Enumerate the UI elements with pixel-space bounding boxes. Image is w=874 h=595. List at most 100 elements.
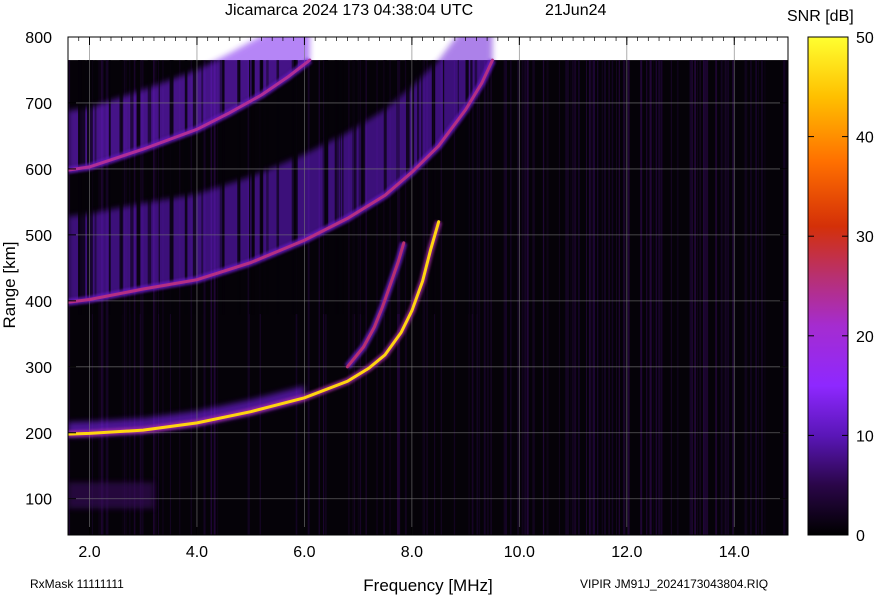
noise-streak xyxy=(627,60,630,535)
noise-streak xyxy=(558,60,560,535)
noise-streak xyxy=(649,60,652,535)
noise-streak xyxy=(578,60,580,535)
noise-streak xyxy=(676,60,679,535)
noise-streak xyxy=(542,60,545,535)
noise-streak xyxy=(479,60,481,535)
noise-streak xyxy=(720,60,722,535)
x-tick-label: 4.0 xyxy=(186,544,208,561)
x-tick-label: 2.0 xyxy=(78,544,100,561)
noise-gap xyxy=(341,60,344,315)
noise-streak xyxy=(694,60,697,535)
rxmask-label: RxMask 11111111 xyxy=(30,577,124,591)
noise-streak xyxy=(689,60,691,535)
noise-streak xyxy=(510,60,512,535)
noise-streak xyxy=(727,60,730,535)
chart-title: Jicamarca 2024 173 04:38:04 UTC xyxy=(225,2,473,19)
noise-streak xyxy=(586,60,587,535)
y-tick-label: 800 xyxy=(25,30,52,47)
date-label: 21Jun24 xyxy=(545,2,606,19)
x-axis-label: Frequency [MHz] xyxy=(363,576,492,595)
noise-streak xyxy=(745,60,748,535)
noise-gap xyxy=(78,60,81,315)
x-tick-label: 10.0 xyxy=(504,544,535,561)
colorbar-tick-label: 10 xyxy=(856,428,874,445)
spread-echo-region xyxy=(68,482,154,509)
y-tick-label: 600 xyxy=(25,162,52,179)
noise-streak xyxy=(761,60,763,535)
noise-gap xyxy=(443,60,445,315)
noise-streak xyxy=(348,60,350,535)
noise-streak xyxy=(597,60,599,535)
noise-gap xyxy=(222,60,225,315)
noise-streak xyxy=(646,60,647,535)
y-tick-label: 300 xyxy=(25,360,52,377)
noise-gap xyxy=(417,60,420,315)
noise-gap xyxy=(184,60,188,315)
x-tick-label: 8.0 xyxy=(401,544,423,561)
noise-streak xyxy=(647,60,649,535)
noise-streak xyxy=(658,60,661,535)
noise-streak xyxy=(210,60,212,535)
noise-streak xyxy=(783,60,785,535)
noise-streak xyxy=(453,60,456,535)
noise-gap xyxy=(192,60,197,315)
noise-gap xyxy=(334,60,337,315)
noise-gap xyxy=(266,60,269,315)
noise-streak xyxy=(715,60,718,535)
noise-streak xyxy=(750,60,752,535)
noise-streak xyxy=(627,60,628,535)
noise-streak xyxy=(670,60,672,535)
noise-streak xyxy=(566,60,569,535)
colorbar-tick-label: 30 xyxy=(856,229,874,246)
noise-streak xyxy=(655,60,657,535)
noise-gap xyxy=(457,60,459,315)
x-tick-label: 6.0 xyxy=(293,544,315,561)
noise-streak xyxy=(213,60,216,535)
noise-streak xyxy=(588,60,591,535)
noise-streak xyxy=(697,60,699,535)
noise-gap xyxy=(158,60,160,315)
noise-gap xyxy=(294,60,298,315)
noise-streak xyxy=(523,60,526,535)
noise-gap xyxy=(169,60,174,315)
noise-gap xyxy=(433,60,436,315)
noise-streak xyxy=(653,60,655,535)
noise-streak xyxy=(565,60,567,535)
noise-streak xyxy=(517,60,519,535)
noise-streak xyxy=(572,60,574,535)
noise-gap xyxy=(352,60,355,315)
noise-streak xyxy=(785,60,787,535)
noise-streak xyxy=(660,60,662,535)
y-tick-label: 200 xyxy=(25,426,52,443)
noise-streak xyxy=(591,60,594,535)
noise-gap xyxy=(147,60,152,315)
noise-streak xyxy=(601,60,603,535)
noise-streak xyxy=(308,60,310,535)
noise-streak xyxy=(755,60,757,535)
noise-gap xyxy=(136,60,141,315)
y-tick-label: 400 xyxy=(25,294,52,311)
noise-streak xyxy=(533,60,535,535)
file-label: VIPIR JM91J_2024173043804.RIQ xyxy=(580,577,768,591)
noise-streak xyxy=(618,60,620,535)
y-axis-label: Range [km] xyxy=(0,242,19,329)
noise-gap xyxy=(405,60,410,315)
noise-streak xyxy=(611,60,614,535)
y-tick-label: 100 xyxy=(25,492,52,509)
noise-streak xyxy=(486,60,489,535)
noise-streak xyxy=(521,60,524,535)
noise-gap xyxy=(337,60,339,315)
noise-streak xyxy=(318,60,320,535)
colorbar-label: SNR [dB] xyxy=(787,8,854,25)
noise-streak xyxy=(217,60,219,535)
noise-streak xyxy=(546,60,549,535)
colorbar-tick-label: 20 xyxy=(856,329,874,346)
noise-streak xyxy=(724,60,727,535)
noise-streak xyxy=(603,60,606,535)
noise-streak xyxy=(622,60,625,535)
colorbar xyxy=(807,36,849,536)
noise-streak xyxy=(532,60,534,535)
noise-streak xyxy=(570,60,572,535)
noise-gap xyxy=(276,60,280,315)
noise-gap xyxy=(383,60,387,315)
